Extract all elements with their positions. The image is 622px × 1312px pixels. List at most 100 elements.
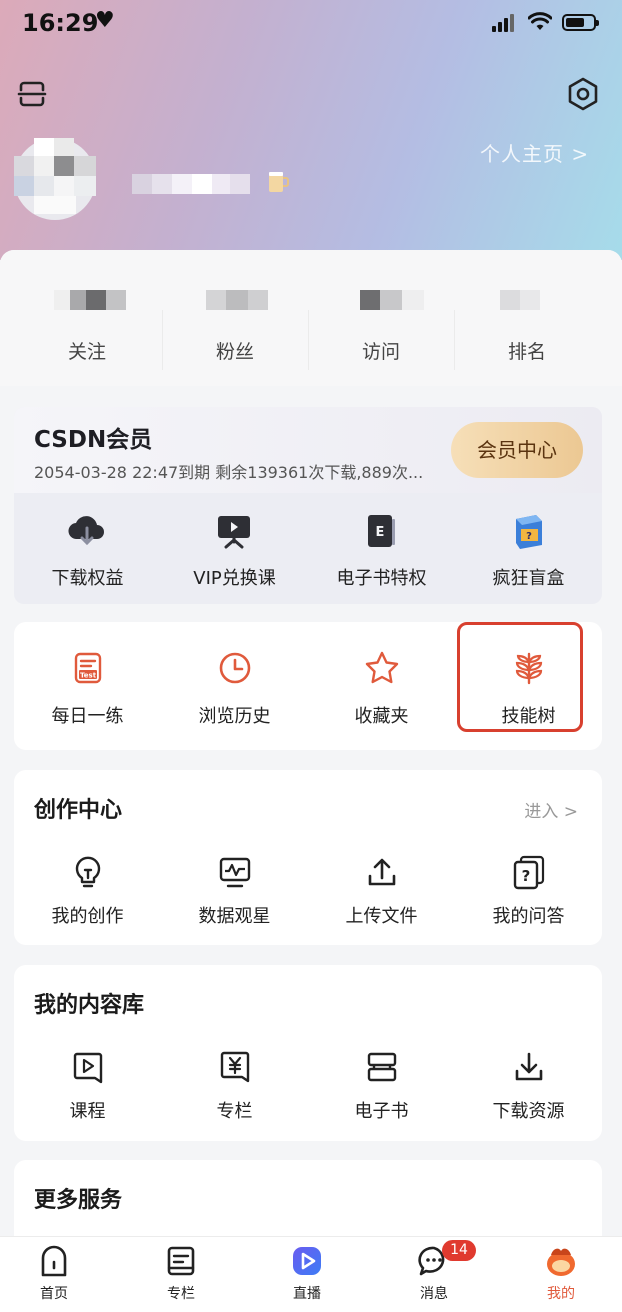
- download-icon: [515, 1052, 543, 1081]
- vip-item-download[interactable]: 下载权益: [14, 493, 161, 604]
- stat-value-obscured: [360, 290, 424, 310]
- quick-tools-card: Test 每日一练 浏览历史 收藏夹 技能树: [14, 622, 602, 750]
- svg-text:E: E: [376, 525, 385, 540]
- tool-label: 每日一练: [51, 706, 124, 727]
- bottom-tab-bar: 首页 专栏 直播 消息 我的: [0, 1236, 622, 1312]
- vip-center-button[interactable]: 会员中心: [451, 422, 583, 478]
- stat-label: 关注: [67, 341, 106, 363]
- vip-item-ebook[interactable]: E 电子书特权: [308, 493, 455, 604]
- tool-label: 浏览历史: [198, 706, 271, 727]
- creation-item-label: 数据观星: [198, 906, 271, 927]
- stat-followers[interactable]: 粉丝: [162, 250, 308, 386]
- tab-me[interactable]: 我的: [499, 1237, 622, 1312]
- vip-header: CSDN会员 2054-03-28 22:47到期 剩余139361次下载,88…: [14, 407, 602, 493]
- library-item-downloads[interactable]: 下载资源: [455, 1045, 602, 1135]
- creation-enter-link[interactable]: 进入 >: [524, 797, 578, 822]
- clock-icon: [219, 652, 251, 684]
- vip-item-label: 电子书特权: [336, 568, 427, 589]
- library-item-columns[interactable]: 专栏: [161, 1045, 308, 1135]
- more-title: 更多服务: [34, 1188, 123, 1213]
- status-bar: 16:29 ♥: [0, 0, 622, 48]
- creation-center-card: 创作中心 进入 > 我的创作 数据观星 上传文件 ? 我的问答: [14, 770, 602, 945]
- stat-label: 粉丝: [215, 341, 254, 363]
- creation-title: 创作中心: [34, 798, 123, 823]
- blind-box-icon: ?: [516, 515, 542, 549]
- settings-icon[interactable]: [565, 76, 601, 112]
- ebook-icon: E: [368, 515, 395, 547]
- upload-icon: [368, 858, 396, 886]
- tab-column[interactable]: 专栏: [119, 1237, 243, 1312]
- vip-item-course[interactable]: VIP兑换课: [161, 493, 308, 604]
- yen-column-icon: [220, 1051, 250, 1083]
- profile-link[interactable]: 个人主页 >: [480, 138, 589, 167]
- avatar[interactable]: [14, 138, 96, 220]
- creation-item-data[interactable]: 数据观星: [161, 850, 308, 940]
- column-icon: [167, 1246, 195, 1276]
- tab-home[interactable]: 首页: [0, 1237, 116, 1312]
- svg-text:?: ?: [526, 531, 532, 542]
- username: [132, 174, 250, 194]
- library-item-courses[interactable]: 课程: [14, 1045, 161, 1135]
- creation-item-label: 上传文件: [345, 906, 418, 927]
- stat-visits[interactable]: 访问: [308, 250, 454, 386]
- main-content: 关注 粉丝 访问 排名 CSDN会员 2054-03-28 22:47到期 剩余…: [0, 250, 622, 1250]
- vip-item-label: 下载权益: [51, 568, 124, 589]
- signal-icon: [492, 14, 518, 32]
- vip-description: 2054-03-28 22:47到期 剩余139361次下载,889次...: [34, 463, 424, 482]
- status-time: 16:29: [22, 9, 99, 37]
- stat-following[interactable]: 关注: [14, 250, 160, 386]
- creation-item-label: 我的创作: [51, 906, 124, 927]
- vip-item-blind-box[interactable]: ? 疯狂盲盒: [455, 493, 602, 604]
- daily-test-icon: Test: [74, 652, 102, 684]
- library-item-ebooks[interactable]: 电子书: [308, 1045, 455, 1135]
- battery-icon: [562, 14, 599, 31]
- vip-item-label: VIP兑换课: [193, 568, 276, 589]
- tab-label: 直播: [293, 1286, 321, 1302]
- tool-daily-practice[interactable]: Test 每日一练: [14, 622, 161, 750]
- lightbulb-icon: [75, 856, 101, 888]
- me-icon: [547, 1248, 575, 1276]
- play-course-icon: [73, 1052, 103, 1084]
- scan-icon[interactable]: [16, 78, 48, 110]
- content-library-card: 我的内容库 课程 专栏 电子书 下载资源: [14, 965, 602, 1141]
- tool-favorites[interactable]: 收藏夹: [308, 622, 455, 750]
- tab-label: 消息: [420, 1286, 448, 1302]
- library-item-label: 课程: [69, 1101, 106, 1122]
- video-board-icon: [218, 516, 250, 549]
- tool-skill-tree[interactable]: 技能树: [455, 622, 602, 750]
- stat-value-obscured: [500, 290, 540, 310]
- tool-history[interactable]: 浏览历史: [161, 622, 308, 750]
- message-count-badge: 14: [442, 1240, 476, 1261]
- svg-text:Test: Test: [80, 672, 97, 680]
- cloud-download-icon: [68, 516, 104, 546]
- wifi-icon: [528, 12, 552, 30]
- heart-icon: ♥: [95, 8, 115, 33]
- tab-messages[interactable]: 消息: [372, 1237, 496, 1312]
- monitor-chart-icon: [219, 857, 251, 888]
- creation-item-upload[interactable]: 上传文件: [308, 850, 455, 940]
- vip-item-label: 疯狂盲盒: [492, 568, 565, 589]
- tab-live[interactable]: 直播: [245, 1237, 369, 1312]
- highlight-box: [457, 622, 583, 732]
- stat-value-obscured: [206, 290, 268, 310]
- stat-label: 排名: [507, 341, 546, 363]
- tab-label: 我的: [547, 1286, 575, 1302]
- stat-label: 访问: [361, 341, 400, 363]
- tab-label: 首页: [40, 1286, 68, 1302]
- book-stack-icon: [367, 1052, 397, 1082]
- library-title: 我的内容库: [34, 993, 145, 1018]
- home-icon: [41, 1245, 67, 1277]
- vip-benefits: 下载权益 VIP兑换课 E 电子书特权 ? 疯狂盲盒: [14, 493, 602, 604]
- stats-bar: 关注 粉丝 访问 排名: [0, 250, 622, 386]
- library-item-label: 专栏: [216, 1101, 253, 1122]
- stat-value-obscured: [54, 290, 126, 310]
- creation-item-qa[interactable]: ? 我的问答: [455, 850, 602, 940]
- svg-text:?: ?: [522, 867, 531, 885]
- creation-item-label: 我的问答: [492, 906, 565, 927]
- library-item-label: 电子书: [354, 1101, 409, 1122]
- creation-item-my-works[interactable]: 我的创作: [14, 850, 161, 940]
- library-item-label: 下载资源: [492, 1101, 565, 1122]
- tool-label: 收藏夹: [354, 706, 409, 727]
- star-icon: [365, 651, 399, 684]
- stat-rank[interactable]: 排名: [454, 250, 600, 386]
